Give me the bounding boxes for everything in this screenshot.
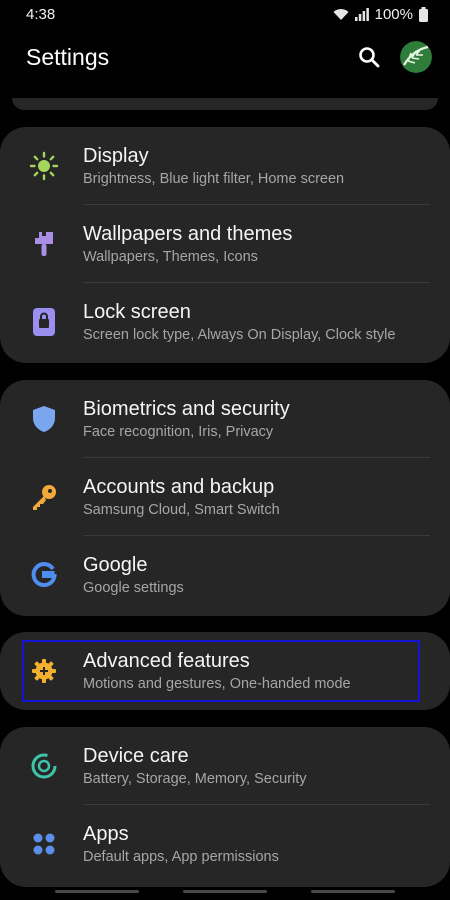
settings-item-apps[interactable]: Apps Default apps, App permissions <box>0 805 450 883</box>
nav-recents-handle[interactable] <box>311 889 395 893</box>
search-button[interactable] <box>356 44 382 70</box>
navigation-bar <box>0 882 450 900</box>
item-title: Accounts and backup <box>83 476 275 498</box>
status-icons: 100% <box>333 6 428 23</box>
item-title: Wallpapers and themes <box>83 223 293 245</box>
settings-item-device-care[interactable]: Device care Battery, Storage, Memory, Se… <box>0 727 450 805</box>
item-subtitle: Face recognition, Iris, Privacy <box>83 424 274 440</box>
item-subtitle: Brightness, Blue light filter, Home scre… <box>83 171 345 187</box>
sun-icon <box>28 150 60 182</box>
item-title: Biometrics and security <box>83 398 290 420</box>
wifi-icon <box>333 8 349 20</box>
settings-item-display[interactable]: Display Brightness, Blue light filter, H… <box>0 127 450 205</box>
settings-group-device: Device care Battery, Storage, Memory, Se… <box>0 727 450 887</box>
lock-icon <box>28 306 60 338</box>
status-bar: 4:38 100% <box>0 0 450 28</box>
item-subtitle: Battery, Storage, Memory, Security <box>83 771 307 787</box>
google-icon <box>28 559 60 591</box>
nav-back-handle[interactable] <box>55 889 139 893</box>
settings-group-display: Display Brightness, Blue light filter, H… <box>0 127 450 363</box>
settings-item-accounts[interactable]: Accounts and backup Samsung Cloud, Smart… <box>0 458 450 536</box>
header-actions <box>356 41 432 73</box>
paintbrush-icon <box>28 228 60 260</box>
item-title: Advanced features <box>83 650 250 672</box>
avatar[interactable] <box>400 41 432 73</box>
apps-grid-icon <box>28 828 60 860</box>
search-icon <box>359 47 380 68</box>
settings-item-biometrics[interactable]: Biometrics and security Face recognition… <box>0 380 450 458</box>
signal-icon <box>354 7 369 21</box>
item-title: Google <box>83 554 148 576</box>
profile-avatar-icon <box>400 41 432 73</box>
item-subtitle: Samsung Cloud, Smart Switch <box>83 502 280 518</box>
page-title: Settings <box>26 43 110 70</box>
shield-icon <box>28 403 60 435</box>
item-subtitle: Screen lock type, Always On Display, Clo… <box>83 327 396 343</box>
scrolled-card-edge <box>12 98 438 110</box>
status-time: 4:38 <box>26 5 56 23</box>
gear-plus-icon <box>28 655 60 687</box>
item-subtitle: Wallpapers, Themes, Icons <box>83 249 258 265</box>
settings-item-lock-screen[interactable]: Lock screen Screen lock type, Always On … <box>0 283 450 361</box>
item-title: Device care <box>83 745 189 767</box>
item-title: Apps <box>83 823 129 845</box>
item-subtitle: Motions and gestures, One-handed mode <box>83 676 351 692</box>
settings-group-security: Biometrics and security Face recognition… <box>0 380 450 616</box>
nav-home-handle[interactable] <box>183 889 267 893</box>
app-header: Settings <box>0 34 450 80</box>
item-subtitle: Google settings <box>83 580 184 596</box>
item-title: Display <box>83 145 149 167</box>
settings-group-advanced: Advanced features Motions and gestures, … <box>0 632 450 710</box>
item-subtitle: Default apps, App permissions <box>83 849 279 865</box>
settings-item-google[interactable]: Google Google settings <box>0 536 450 614</box>
battery-icon <box>419 6 428 22</box>
key-icon <box>28 481 60 513</box>
item-title: Lock screen <box>83 301 191 323</box>
battery-percent: 100% <box>374 5 413 23</box>
settings-item-wallpapers[interactable]: Wallpapers and themes Wallpapers, Themes… <box>0 205 450 283</box>
device-care-icon <box>28 750 60 782</box>
settings-item-advanced-features[interactable]: Advanced features Motions and gestures, … <box>0 632 450 710</box>
